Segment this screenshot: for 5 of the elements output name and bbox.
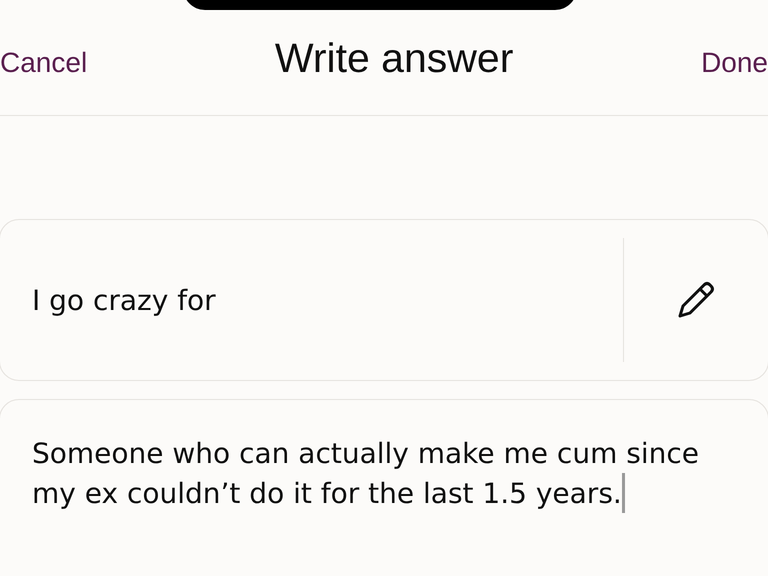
page-title: Write answer (274, 35, 514, 82)
text-cursor (622, 473, 625, 513)
done-link[interactable]: Done (701, 46, 768, 78)
prompt-text: I go crazy for (31, 284, 217, 316)
cancel-link[interactable]: Cancel (0, 46, 88, 78)
